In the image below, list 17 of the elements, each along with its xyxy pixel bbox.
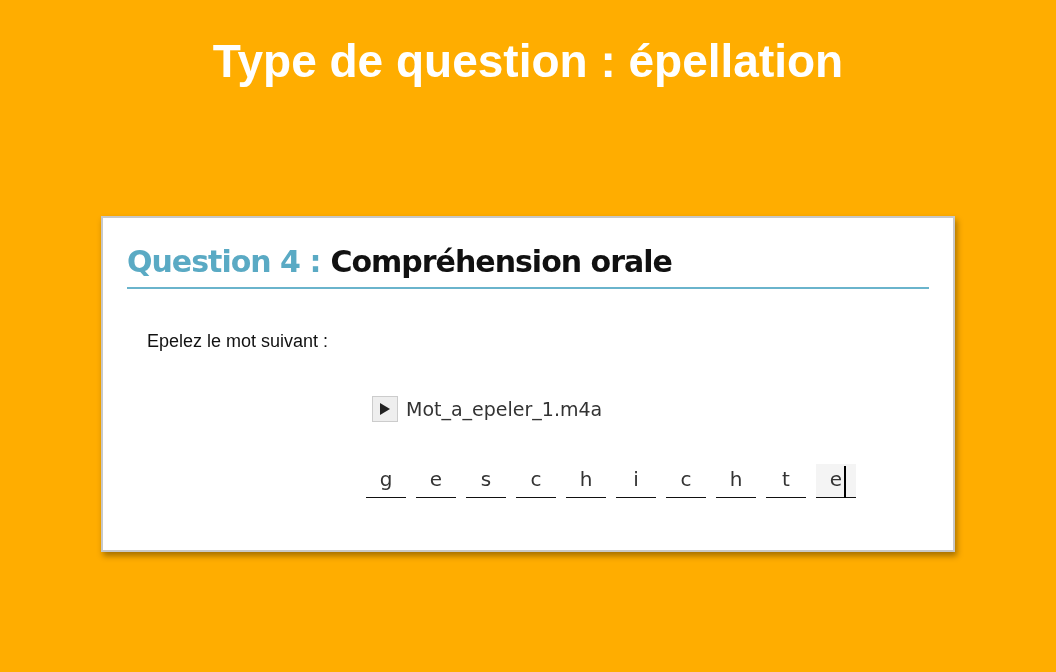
letter-field[interactable]: h — [566, 464, 606, 498]
play-icon — [380, 403, 390, 415]
letter-field[interactable]: i — [616, 464, 656, 498]
question-number: Question 4 : — [127, 244, 321, 279]
letter-field[interactable]: c — [666, 464, 706, 498]
letter-field[interactable]: e — [416, 464, 456, 498]
letter-field[interactable]: e — [816, 464, 856, 498]
question-prompt: Epelez le mot suivant : — [147, 331, 329, 352]
play-button[interactable] — [372, 396, 398, 422]
letter-field[interactable]: g — [366, 464, 406, 498]
audio-filename[interactable]: Mot_a_epeler_1.m4a — [406, 398, 603, 420]
letter-field[interactable]: h — [716, 464, 756, 498]
slide-title: Type de question : épellation — [212, 34, 844, 88]
letter-field[interactable]: s — [466, 464, 506, 498]
question-title: Compréhension orale — [330, 244, 672, 279]
letter-field[interactable]: t — [766, 464, 806, 498]
letter-field[interactable]: c — [516, 464, 556, 498]
